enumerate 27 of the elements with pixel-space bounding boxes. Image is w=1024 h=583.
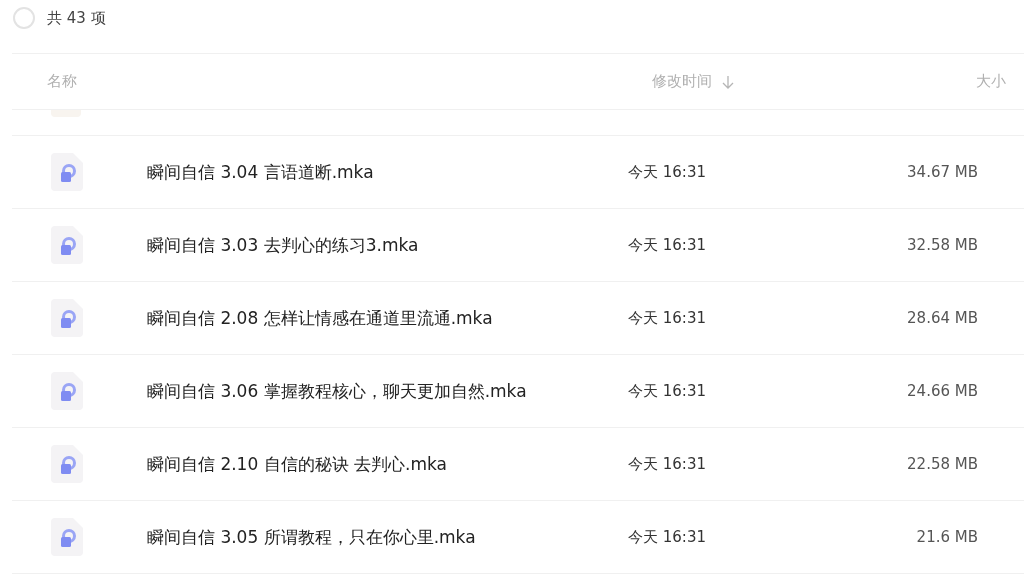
audio-file-icon (51, 153, 83, 191)
modified-time: 今天 16:31 (628, 162, 707, 182)
file-size: 28.64 MB (906, 309, 978, 327)
modified-time: 今天 16:31 (628, 527, 707, 547)
file-name[interactable]: 瞬间自信 3.05 所谓教程，只在你心里.mka (147, 525, 476, 549)
file-size: 24.66 MB (906, 382, 978, 400)
audio-file-icon (51, 226, 83, 264)
item-count: 共 43 项 (47, 8, 106, 28)
file-size: 21.6 MB (915, 528, 978, 546)
file-name[interactable]: 瞬间自信 3.06 掌握教程核心，聊天更加自然.mka (147, 379, 527, 403)
file-size: 22.58 MB (906, 455, 978, 473)
file-name[interactable]: 瞬间自信 2.08 怎样让情感在通道里流通.mka (147, 306, 493, 330)
modified-time: 今天 16:31 (628, 308, 707, 328)
file-name[interactable]: 瞬间自信 2.10 自信的秘诀 去判心.mka (147, 452, 447, 476)
file-name[interactable]: 瞬间自信 3.04 言语道断.mka (147, 160, 374, 184)
audio-file-icon (51, 445, 83, 483)
modified-time: 今天 16:31 (628, 235, 707, 255)
modified-time: 今天 16:31 (628, 381, 707, 401)
select-all-checkbox[interactable] (13, 7, 35, 29)
audio-file-icon (51, 518, 83, 556)
file-size: 34.67 MB (906, 163, 978, 181)
file-name[interactable]: 瞬间自信 3.03 去判心的练习3.mka (147, 233, 419, 257)
audio-file-icon (51, 372, 83, 410)
sort-arrow-icon[interactable] (722, 74, 734, 89)
modified-time: 今天 16:31 (628, 454, 707, 474)
file-size: 32.58 MB (906, 236, 978, 254)
audio-file-icon (51, 299, 83, 337)
